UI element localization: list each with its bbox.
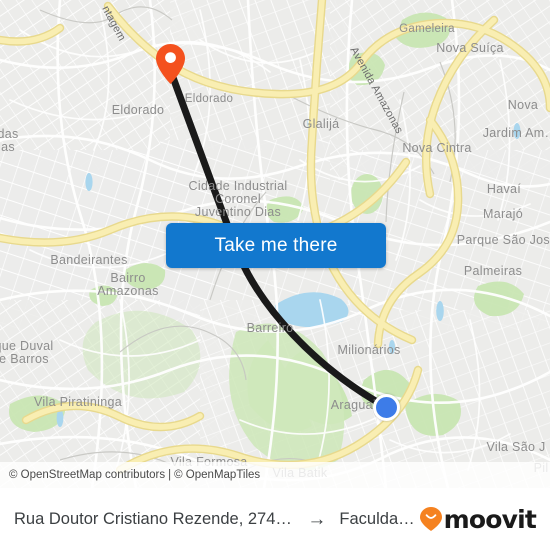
take-me-there-button[interactable]: Take me there <box>166 223 386 268</box>
moovit-route-screen: Gameleira Nova Suíça Nova Eldorado Eldorado G… <box>0 0 550 550</box>
attribution-osm[interactable]: © OpenStreetMap contributors <box>9 469 165 481</box>
arrow-right-icon: → <box>307 508 327 530</box>
footer-origin-label: Rua Doutor Cristiano Rezende, 2745 | … <box>14 509 300 528</box>
moovit-pin-icon <box>419 507 442 531</box>
attribution-maptiles[interactable]: © OpenMapTiles <box>174 469 260 481</box>
moovit-wordmark: moovit <box>443 504 537 534</box>
map-canvas[interactable]: Gameleira Nova Suíça Nova Eldorado Eldorado G… <box>0 0 550 488</box>
footer-destination-label: Faculdad… <box>339 509 420 528</box>
moovit-logo[interactable]: moovit <box>419 504 537 534</box>
route-footer-bar: Rua Doutor Cristiano Rezende, 2745 | … →… <box>0 488 550 550</box>
destination-dot-icon <box>373 394 400 421</box>
map-attribution: © OpenStreetMap contributors | © OpenMapTi… <box>0 462 550 488</box>
attribution-separator: | <box>168 469 172 481</box>
